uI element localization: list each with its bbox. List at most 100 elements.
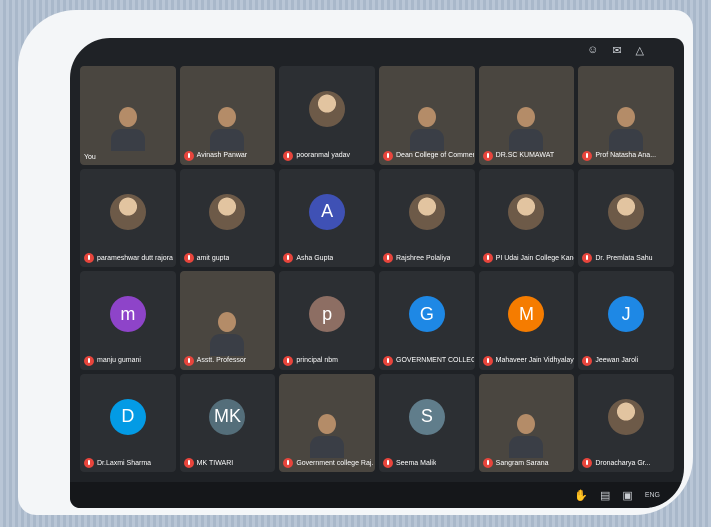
mic-muted-icon — [183, 458, 194, 468]
mic-muted-icon — [582, 150, 593, 161]
mic-muted-icon — [283, 355, 294, 366]
meeting-screen: ☺ ✉ △ You Avinash Panwar pooranmal yadav De… — [70, 38, 684, 508]
participant-tile[interactable]: parameshwar dutt rajora — [80, 168, 176, 267]
participant-photo-avatar — [309, 91, 346, 128]
participant-avatar: G — [408, 296, 445, 333]
participant-name: Dean College of Commer... — [396, 152, 474, 159]
participant-tile[interactable]: M Mahaveer Jain Vidhyalaya ... — [478, 271, 575, 370]
participant-nameplate: amit gupta — [183, 253, 229, 263]
participant-tile[interactable]: Dr. Premlata Sahu — [578, 168, 674, 267]
participant-tile[interactable]: DR.SC KUMAWAT — [478, 66, 575, 165]
participant-tile[interactable]: Government college Raj... — [279, 373, 375, 472]
participant-tile[interactable]: S Seema Malik — [379, 373, 475, 472]
participant-tile[interactable]: Dronacharya Gr... — [578, 373, 674, 472]
participant-name: Dr.Laxmi Sharma — [97, 459, 152, 467]
activities-icon[interactable]: △ — [636, 44, 644, 57]
participant-name: Asstt. Professor — [196, 357, 247, 364]
participant-nameplate: Jeewan Jaroli — [582, 355, 639, 366]
participant-photo-avatar — [608, 398, 645, 435]
participant-name: Asha Gupta — [296, 254, 334, 262]
present-icon[interactable]: ▣ — [622, 489, 632, 502]
participant-name: MK TIWARI — [196, 459, 234, 467]
participant-nameplate: Dronacharya Gr... — [582, 458, 651, 468]
participant-name: Dr. Premlata Sahu — [595, 254, 653, 262]
participant-tile[interactable]: amit gupta — [179, 168, 276, 267]
participant-name: Government college Raj... — [296, 459, 375, 467]
participant-tile[interactable]: p principal nbm — [279, 271, 375, 370]
participant-video-feed — [110, 106, 145, 151]
participant-nameplate: Mahaveer Jain Vidhyalaya ... — [482, 355, 574, 366]
mic-muted-icon — [84, 355, 94, 366]
participant-nameplate: MK TIWARI — [183, 458, 234, 468]
participant-tile[interactable]: Dean College of Commer... — [379, 66, 475, 165]
participant-name: Jeewan Jaroli — [595, 357, 639, 364]
participant-nameplate: Prof Natasha Ana... — [582, 150, 657, 161]
participant-name: PI Udai Jain College Kano... — [495, 254, 574, 262]
mic-muted-icon — [582, 253, 593, 263]
mic-muted-icon — [383, 458, 393, 468]
participant-video-feed — [210, 311, 245, 356]
participant-photo-avatar — [209, 193, 246, 230]
participant-name: principal nbm — [296, 357, 338, 364]
participant-tile[interactable]: D Dr.Laxmi Sharma — [80, 373, 176, 472]
participant-tile[interactable]: You — [80, 66, 176, 165]
participant-name: DR.SC KUMAWAT — [495, 152, 555, 159]
participant-nameplate: parameshwar dutt rajora — [84, 253, 173, 263]
participant-name: Sangram Sarana — [495, 459, 549, 467]
participant-avatar: M — [508, 296, 545, 333]
participant-nameplate: Avinash Panwar — [183, 150, 247, 161]
participant-nameplate: Dean College of Commer... — [383, 150, 474, 161]
participant-avatar: J — [608, 296, 645, 333]
mic-muted-icon — [582, 355, 593, 366]
participant-tile[interactable]: G GOVERNMENT COLLEGE B... — [379, 271, 475, 370]
mic-muted-icon — [183, 150, 194, 161]
people-icon[interactable]: ☺ — [587, 44, 598, 57]
participant-tile[interactable]: pooranmal yadav — [279, 66, 375, 165]
participant-photo-avatar — [408, 193, 445, 230]
participant-tile[interactable]: Avinash Panwar — [179, 66, 276, 165]
taskbar: ✋ ▤ ▣ ENG — [70, 482, 684, 508]
participant-name: Seema Malik — [396, 459, 437, 467]
participant-tile[interactable]: m manju gumani — [80, 271, 176, 370]
participant-tile[interactable]: PI Udai Jain College Kano... — [478, 168, 575, 267]
participant-nameplate: manju gumani — [84, 355, 141, 366]
participant-avatar: S — [408, 398, 445, 435]
hand-icon[interactable]: ✋ — [574, 489, 588, 502]
language-indicator: ENG — [644, 491, 660, 499]
participant-avatar: MK — [209, 398, 246, 435]
participant-nameplate: DR.SC KUMAWAT — [482, 150, 555, 161]
participant-name: Mahaveer Jain Vidhyalaya ... — [495, 357, 574, 364]
participant-photo-avatar — [109, 193, 146, 230]
participant-nameplate: You — [84, 154, 96, 161]
participant-nameplate: Asstt. Professor — [183, 355, 247, 366]
mic-muted-icon — [582, 458, 593, 468]
participant-avatar: m — [109, 296, 146, 333]
top-toolbar: ☺ ✉ △ — [587, 44, 644, 57]
chat-icon[interactable]: ✉ — [612, 44, 621, 57]
participant-video-feed — [310, 414, 345, 458]
participant-tile[interactable]: MK MK TIWARI — [179, 373, 276, 472]
participant-video-feed — [409, 106, 444, 151]
participant-nameplate: pooranmal yadav — [283, 150, 350, 161]
participant-name: GOVERNMENT COLLEGE B... — [396, 357, 474, 364]
participant-tile[interactable]: J Jeewan Jaroli — [578, 271, 674, 370]
participant-tile[interactable]: Rajshree Polaliya — [379, 168, 475, 267]
participant-tile[interactable]: Sangram Sarana — [478, 373, 575, 472]
participant-name: Prof Natasha Ana... — [595, 152, 657, 159]
participant-video-feed — [509, 106, 544, 151]
participant-tile[interactable]: Asstt. Professor — [179, 271, 276, 370]
participant-nameplate: Dr.Laxmi Sharma — [84, 458, 151, 468]
mic-muted-icon — [383, 355, 393, 366]
mic-muted-icon — [183, 355, 194, 366]
mic-muted-icon — [84, 253, 94, 263]
participant-tile[interactable]: A Asha Gupta — [279, 168, 375, 267]
captions-icon[interactable]: ▤ — [600, 489, 610, 502]
participant-nameplate: Asha Gupta — [283, 253, 333, 263]
mic-muted-icon — [383, 150, 393, 161]
participant-name: manju gumani — [97, 357, 141, 364]
mic-muted-icon — [482, 355, 493, 366]
participant-tile[interactable]: Prof Natasha Ana... — [578, 66, 674, 165]
mic-muted-icon — [283, 253, 294, 263]
participant-avatar: A — [309, 193, 346, 230]
mic-muted-icon — [482, 253, 493, 263]
